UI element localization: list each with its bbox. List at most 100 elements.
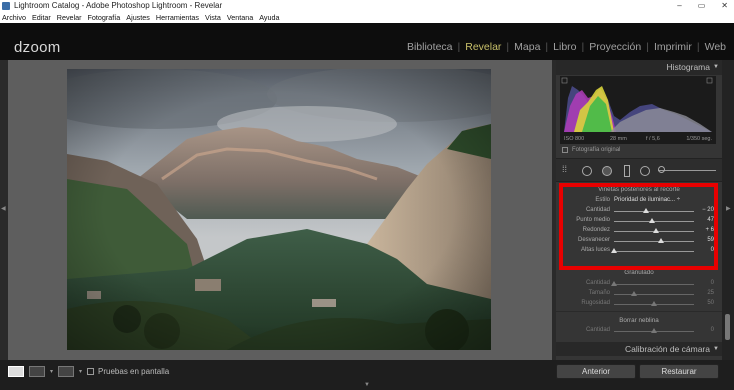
histogram-chart[interactable]: ISO 800 28 mm f / 5,6 1/350 seg. (560, 76, 716, 144)
slider-row[interactable]: Tamaño 25 (556, 289, 722, 299)
scrollbar-thumb[interactable] (725, 314, 730, 340)
swap-before-after-button[interactable] (58, 366, 75, 377)
grain-title: Granulado (624, 269, 654, 276)
slider-track[interactable] (614, 294, 694, 295)
module-separator: | (696, 41, 700, 53)
lightroom-window: Lightroom Catalog - Adobe Photoshop Ligh… (0, 0, 734, 390)
section-divider (556, 311, 722, 312)
expand-left-icon[interactable]: ◀ (1, 205, 6, 212)
reset-button[interactable]: Restaurar (639, 364, 719, 379)
module-biblioteca[interactable]: Biblioteca (407, 41, 453, 53)
grain-section: Granulado Cantidad 0 Tamaño 25 Rugosidad 50 (556, 269, 722, 309)
menu-ayuda[interactable]: Ayuda (259, 12, 279, 23)
bottom-toolbar: ▾ ▾ Pruebas en pantalla Anterior Restaur… (0, 360, 734, 390)
slider-row[interactable]: Rugosidad 50 (556, 299, 722, 309)
grain-sliders: Cantidad 0 Tamaño 25 Rugosidad 50 (556, 279, 722, 309)
histogram-title: Histograma (666, 62, 710, 72)
dehaze-title: Borrar neblina (619, 317, 659, 324)
title-bar: Lightroom Catalog - Adobe Photoshop Ligh… (0, 0, 734, 12)
menu-fotografia[interactable]: Fotografía (88, 12, 121, 23)
expand-right-icon[interactable]: ▶ (726, 205, 731, 212)
module-libro[interactable]: Libro (553, 41, 576, 53)
module-separator: | (646, 41, 649, 53)
toolbar-dropdown-icon[interactable]: ▾ (79, 368, 82, 375)
photo-canvas[interactable] (8, 60, 552, 360)
histogram-header[interactable]: Histograma ▼ (556, 60, 722, 75)
menu-bar: Archivo Editar Revelar Fotografía Ajuste… (0, 12, 734, 23)
menu-revelar[interactable]: Revelar (57, 12, 82, 23)
maximize-button[interactable]: ▭ (698, 0, 706, 12)
module-picker: Biblioteca | Revelar | Mapa | Libro | Pr… (407, 41, 726, 53)
soft-proof-label: Pruebas en pantalla (98, 367, 170, 376)
red-eye-icon[interactable] (602, 166, 612, 176)
filmstrip-toggle-icon[interactable]: ▼ (364, 382, 370, 388)
menu-herramientas[interactable]: Herramientas (156, 12, 199, 23)
menu-ajustes[interactable]: Ajustes (126, 12, 150, 23)
app-icon (2, 2, 10, 10)
menu-archivo[interactable]: Archivo (2, 12, 26, 23)
brush-icon[interactable] (658, 166, 665, 173)
slider-label: Cantidad (585, 327, 610, 333)
slider-value[interactable]: 25 (707, 290, 714, 296)
dehaze-section: Borrar neblina Cantidad 0 (556, 317, 722, 336)
original-photo-toggle[interactable]: Fotografía original (562, 147, 620, 153)
slider-value[interactable]: 50 (707, 300, 714, 306)
slider-knob[interactable] (631, 291, 637, 296)
left-panel-collapsed[interactable]: ◀ (0, 60, 8, 360)
minimize-button[interactable]: – (677, 0, 681, 12)
previous-button[interactable]: Anterior (556, 364, 636, 379)
radial-filter-icon[interactable] (640, 166, 650, 176)
tool-strip: ⁞⁞ (556, 158, 722, 182)
soft-proof-toggle[interactable]: Pruebas en pantalla (87, 367, 169, 376)
slider-label: Cantidad (585, 280, 610, 286)
module-revelar[interactable]: Revelar (465, 41, 501, 53)
module-separator: | (581, 41, 585, 53)
slider-value[interactable]: 0 (711, 280, 714, 286)
slider-row[interactable]: Cantidad 0 (556, 326, 722, 336)
close-button[interactable]: ✕ (721, 0, 728, 12)
histogram-graph (561, 77, 713, 132)
before-after-button[interactable] (29, 366, 45, 377)
slider-value[interactable]: 0 (711, 327, 714, 333)
module-bar: dzoom Biblioteca | Revelar | Mapa | Libr… (0, 23, 734, 60)
original-label: Fotografía original (572, 147, 621, 153)
module-separator: | (506, 41, 510, 53)
slider-track[interactable] (614, 284, 694, 285)
brush-slider[interactable] (658, 170, 716, 171)
slider-knob[interactable] (651, 328, 657, 333)
window-controls: – ▭ ✕ (677, 0, 728, 12)
module-proyeccion[interactable]: Proyección (589, 41, 641, 53)
collapse-arrow-icon[interactable]: ▼ (713, 342, 719, 356)
loupe-view-button[interactable] (8, 366, 24, 377)
slider-label: Rugosidad (581, 300, 610, 306)
menu-editar[interactable]: Editar (32, 12, 51, 23)
dehaze-sliders: Cantidad 0 (556, 326, 722, 336)
histogram-focal: 28 mm (610, 136, 627, 142)
slider-label: Tamaño (588, 290, 610, 296)
collapse-arrow-icon[interactable]: ▼ (713, 60, 719, 75)
calibration-header[interactable]: Calibración de cámara ▼ (556, 342, 722, 356)
module-mapa[interactable]: Mapa (514, 41, 540, 53)
menu-ventana[interactable]: Ventana (227, 12, 253, 23)
slider-row[interactable]: Cantidad 0 (556, 279, 722, 289)
slider-knob[interactable] (611, 281, 617, 286)
histogram-shutter: 1/350 seg. (686, 136, 712, 142)
histogram-aperture: f / 5,6 (646, 136, 660, 142)
module-imprimir[interactable]: Imprimir (654, 41, 692, 53)
spot-removal-icon[interactable] (582, 166, 592, 176)
crop-tool-icon[interactable]: ⁞⁞ (562, 164, 567, 174)
module-separator: | (457, 41, 461, 53)
module-web[interactable]: Web (705, 41, 726, 53)
view-controls: ▾ ▾ Pruebas en pantalla (8, 366, 169, 377)
original-checkbox[interactable] (562, 147, 568, 153)
window-title: Lightroom Catalog - Adobe Photoshop Ligh… (14, 1, 223, 10)
before-after-dropdown-icon[interactable]: ▾ (50, 368, 53, 375)
menu-vista[interactable]: Vista (205, 12, 221, 23)
slider-knob[interactable] (651, 301, 657, 306)
landscape-photo[interactable] (67, 69, 491, 350)
module-separator: | (545, 41, 549, 53)
panel-scrollbar[interactable]: ▶ (722, 60, 734, 360)
graduated-filter-icon[interactable] (624, 165, 630, 177)
soft-proof-checkbox[interactable] (87, 368, 95, 375)
calibration-title: Calibración de cámara (624, 344, 710, 354)
